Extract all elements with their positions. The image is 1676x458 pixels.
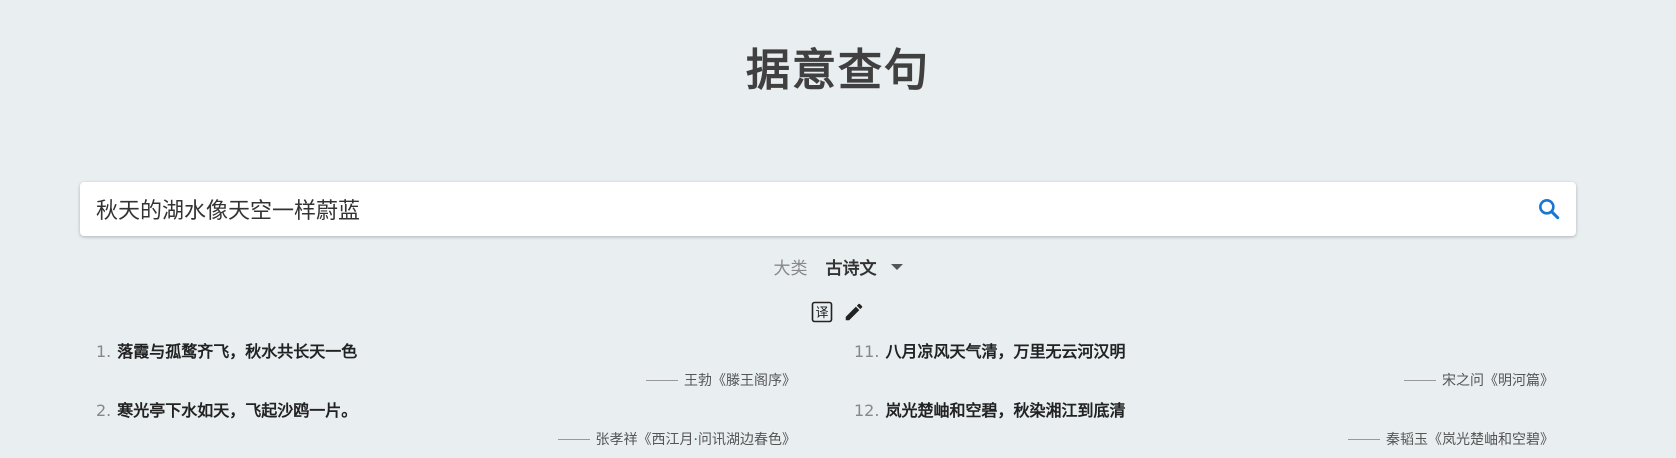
item-text: 寒光亭下水如天，飞起沙鸥一片。 (117, 401, 358, 420)
item-number: 12. (854, 401, 880, 420)
category-dropdown[interactable]: 古诗文 (826, 254, 903, 279)
search-box[interactable] (80, 181, 1576, 237)
source-dash (557, 438, 590, 440)
pencil-icon (845, 303, 863, 321)
edit-button[interactable] (842, 300, 866, 324)
translate-button[interactable]: 译 (810, 300, 834, 324)
results-left-column: 1. 落霞与孤鹜齐飞，秋水共长天一色 王勃《滕王阁序》 2. 寒光亭下水如天，飞起沙… (96, 340, 808, 458)
source-dash (646, 379, 678, 381)
item-number: 2. (96, 401, 112, 420)
source-dash (1404, 379, 1436, 381)
search-input[interactable] (94, 181, 1536, 237)
svg-text:译: 译 (815, 306, 828, 321)
list-item[interactable]: 11. 八月凉风天气清，万里无云河汉明 宋之问《明河篇》 (854, 340, 1566, 399)
item-number: 1. (96, 342, 112, 361)
category-selector: 大类 古诗文 (0, 254, 1676, 279)
source-dash (1348, 438, 1380, 440)
item-text: 落霞与孤鹜齐飞，秋水共长天一色 (117, 342, 358, 361)
item-source: 宋之问《明河篇》 (1442, 373, 1554, 389)
item-source: 秦韬玉《岚光楚岫和空碧》 (1386, 432, 1554, 448)
category-label: 大类 (773, 259, 808, 279)
item-text: 岚光楚岫和空碧，秋染湘江到底清 (885, 401, 1126, 420)
category-value: 古诗文 (825, 259, 877, 279)
list-item[interactable]: 1. 落霞与孤鹜齐飞，秋水共长天一色 王勃《滕王阁序》 (96, 340, 808, 399)
list-item[interactable]: 2. 寒光亭下水如天，飞起沙鸥一片。 张孝祥《西江月·问讯湖边春色》 (96, 399, 808, 458)
page-title: 据意查句 (746, 45, 930, 96)
item-source: 张孝祥《西江月·问讯湖边春色》 (595, 432, 796, 448)
search-icon[interactable] (1536, 196, 1562, 222)
toolbar: 译 (0, 300, 1676, 324)
item-text: 八月凉风天气清，万里无云河汉明 (885, 342, 1126, 361)
translate-icon: 译 (811, 301, 833, 323)
caret-down-icon (890, 263, 903, 270)
item-source: 王勃《滕王阁序》 (684, 373, 796, 389)
results-right-column: 11. 八月凉风天气清，万里无云河汉明 宋之问《明河篇》 12. 岚光楚岫和空碧，秋… (854, 340, 1566, 458)
list-item[interactable]: 12. 岚光楚岫和空碧，秋染湘江到底清 秦韬玉《岚光楚岫和空碧》 (854, 399, 1566, 458)
item-number: 11. (854, 342, 880, 361)
